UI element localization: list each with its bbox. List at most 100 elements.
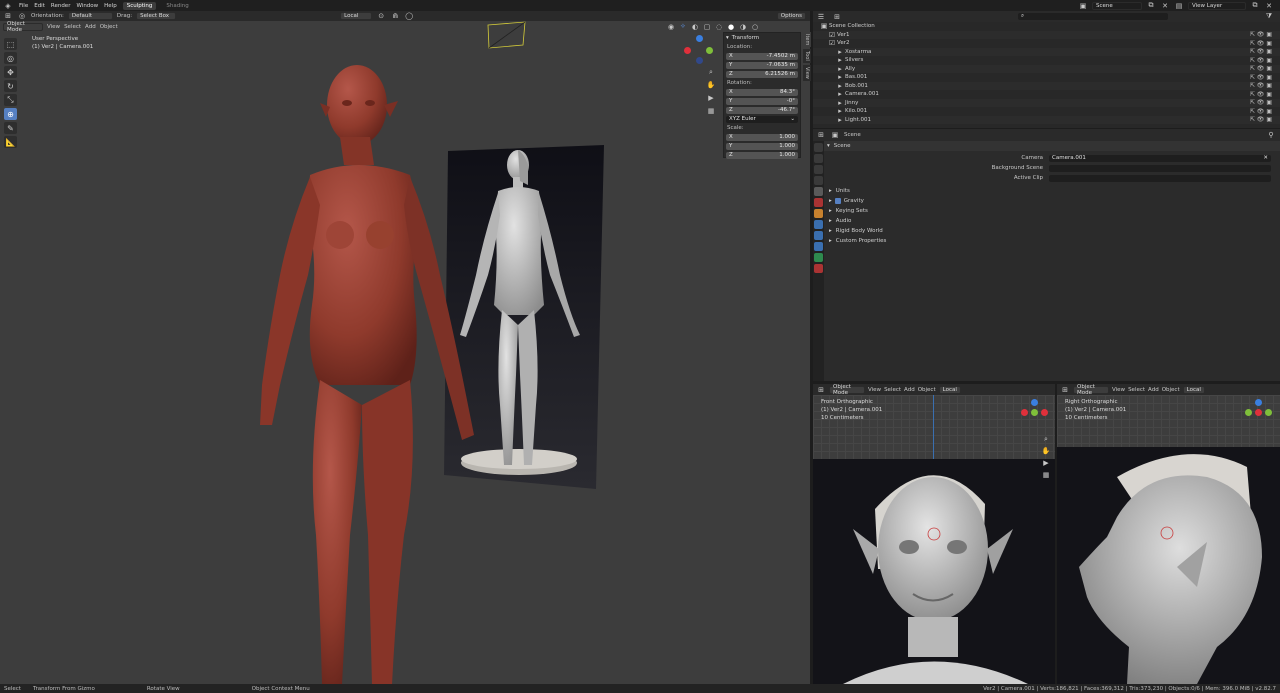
editor-type-icon[interactable]: ⊞ <box>3 11 13 21</box>
pin-icon[interactable]: ⚲ <box>1266 130 1276 140</box>
camera-field[interactable]: Camera.001 ✕ <box>1049 154 1271 162</box>
pivot-icon[interactable]: ⊙ <box>376 11 386 21</box>
orientation-dropdown[interactable]: Default <box>67 12 113 20</box>
shading-render-icon[interactable]: ○ <box>750 22 760 32</box>
zoom-icon[interactable]: ⌕ <box>706 67 716 77</box>
outliner-search-input[interactable]: ⌕ <box>1018 13 1168 20</box>
data-tab-icon[interactable] <box>814 253 823 262</box>
menu-render[interactable]: Render <box>51 3 71 9</box>
outliner-row[interactable]: ▸ Camera.001 ⇱ 👁 ▣ <box>813 90 1280 99</box>
rigid-body-world-section[interactable]: ▸ Rigid Body World <box>813 226 1280 236</box>
visibility-toggles[interactable]: ⇱ 👁 ▣ <box>1250 31 1272 38</box>
outliner-row[interactable]: ▸ Jinny ⇱ 👁 ▣ <box>813 98 1280 107</box>
units-section[interactable]: ▸ Units <box>813 186 1280 196</box>
filter-icon[interactable]: ⧩ <box>1264 12 1274 22</box>
visibility-toggles[interactable]: ⇱ 👁 ▣ <box>1250 99 1272 106</box>
scale-z-field[interactable]: Z 1.000 <box>726 151 798 159</box>
view-layer-tab-icon[interactable] <box>814 176 823 185</box>
object-tab-icon[interactable] <box>814 209 823 218</box>
audio-section[interactable]: ▸ Audio <box>813 216 1280 226</box>
add-menu[interactable]: Add <box>1148 387 1159 393</box>
copy-icon[interactable]: ⧉ <box>1146 1 1156 11</box>
front-ortho-viewport[interactable]: ⊞ Object Mode View Select Add Object Loc… <box>813 384 1055 684</box>
tab-tool[interactable]: Tool <box>803 49 811 64</box>
visibility-toggles[interactable]: ⇱ 👁 ▣ <box>1250 108 1272 115</box>
output-tab-icon[interactable] <box>814 165 823 174</box>
move-tool-icon[interactable]: ✥ <box>4 66 17 78</box>
visibility-toggles[interactable]: ⇱ 👁 ▣ <box>1250 116 1272 123</box>
physics-tab-icon[interactable] <box>814 231 823 240</box>
scene-selector[interactable]: Scene <box>1092 1 1142 10</box>
shading-wire-icon[interactable]: ◌ <box>714 22 724 32</box>
rotation-mode-dropdown[interactable]: XYZ Euler ⌄ <box>726 115 798 123</box>
transform-tool-icon[interactable]: ⊕ <box>4 108 17 120</box>
shading-material-icon[interactable]: ◑ <box>738 22 748 32</box>
select-menu[interactable]: Select <box>64 24 81 30</box>
cursor-tool-icon[interactable]: ◎ <box>4 52 17 64</box>
visibility-toggles[interactable]: ⇱ 👁 ▣ <box>1250 48 1272 55</box>
outliner-row[interactable]: ▸ Kilo.001 ⇱ 👁 ▣ <box>813 107 1280 116</box>
object-icon[interactable]: ▸ <box>835 115 845 125</box>
annotate-tool-icon[interactable]: ✎ <box>4 122 17 134</box>
options-dropdown[interactable]: Options <box>776 12 806 20</box>
editor-type-icon[interactable]: ⊞ <box>1060 385 1070 395</box>
pan-hand-icon[interactable]: ✋ <box>1041 446 1051 456</box>
mode-dropdown[interactable]: Object Mode <box>829 384 865 396</box>
location-z-field[interactable]: Z 6.21526 m <box>726 70 798 78</box>
snap-icon[interactable]: ⋒ <box>390 11 400 21</box>
location-y-field[interactable]: Y -7.0635 m <box>726 61 798 69</box>
transform-header[interactable]: ▾ Transform <box>726 34 798 42</box>
xray-icon[interactable]: ▢ <box>702 22 712 32</box>
camera-object[interactable] <box>485 21 530 51</box>
custom-properties-section[interactable]: ▸ Custom Properties <box>813 236 1280 246</box>
view-menu[interactable]: View <box>868 387 881 393</box>
keying-sets-section[interactable]: ▸ Keying Sets <box>813 206 1280 216</box>
background-scene-field[interactable] <box>1049 164 1271 172</box>
outliner-row[interactable]: ▸ Ally ⇱ 👁 ▣ <box>813 64 1280 73</box>
copy-icon[interactable]: ⧉ <box>1250 1 1260 11</box>
outliner-row[interactable]: ▸ Bas.001 ⇱ 👁 ▣ <box>813 73 1280 82</box>
visibility-icon[interactable]: ◉ <box>666 22 676 32</box>
add-menu[interactable]: Add <box>904 387 915 393</box>
shading-solid-icon[interactable]: ● <box>726 22 736 32</box>
object-menu[interactable]: Object <box>100 24 118 30</box>
transform-orientation-dropdown[interactable]: Local <box>1182 385 1205 394</box>
close-icon[interactable]: ✕ <box>1264 1 1274 11</box>
scene-tab-icon[interactable] <box>814 187 823 196</box>
visibility-toggles[interactable]: ⇱ 👁 ▣ <box>1250 57 1272 64</box>
view-menu[interactable]: View <box>1112 387 1125 393</box>
tab-sculpting[interactable]: Sculpting <box>122 1 157 10</box>
scale-x-field[interactable]: X 1.000 <box>726 133 798 141</box>
outliner-row[interactable]: ▸ Silvers ⇱ 👁 ▣ <box>813 56 1280 65</box>
select-menu[interactable]: Select <box>884 387 901 393</box>
cursor-tool-icon[interactable]: ◎ <box>17 11 27 21</box>
blender-logo-icon[interactable]: ◈ <box>3 1 13 11</box>
outliner-row[interactable]: ▸ Bob.001 ⇱ 👁 ▣ <box>813 81 1280 90</box>
visibility-toggles[interactable]: ⇱ 👁 ▣ <box>1250 91 1272 98</box>
mode-dropdown[interactable]: Object Mode <box>1073 384 1109 396</box>
outliner-row[interactable]: ☑ Ver2 ⇱ 👁 ▣ <box>813 39 1280 48</box>
right-ortho-viewport[interactable]: ⊞ Object Mode View Select Add Object Loc… <box>1057 384 1280 684</box>
3d-viewport[interactable]: Object Mode View Select Add Object ◉ ⟡ ◐… <box>0 21 810 684</box>
modifier-tab-icon[interactable] <box>814 220 823 229</box>
outliner-row[interactable]: ▣ Scene Collection <box>813 22 1280 31</box>
editor-type-icon[interactable]: ⊞ <box>816 385 826 395</box>
close-icon[interactable]: ✕ <box>1160 1 1170 11</box>
grid-ortho-icon[interactable]: ▦ <box>706 106 716 116</box>
sculpt-mesh[interactable] <box>250 65 490 684</box>
editor-type-icon[interactable]: ⊞ <box>816 130 826 140</box>
zoom-icon[interactable]: ⌕ <box>1041 434 1051 444</box>
render-tab-icon[interactable] <box>814 154 823 163</box>
object-menu[interactable]: Object <box>1162 387 1180 393</box>
visibility-toggles[interactable]: ⇱ 👁 ▣ <box>1250 82 1272 89</box>
tab-view[interactable]: View <box>803 65 811 81</box>
rotation-y-field[interactable]: Y -0° <box>726 97 798 105</box>
scale-y-field[interactable]: Y 1.000 <box>726 142 798 150</box>
menu-edit[interactable]: Edit <box>34 3 45 9</box>
object-menu[interactable]: Object <box>918 387 936 393</box>
material-tab-icon[interactable] <box>814 264 823 273</box>
scene-panel-header[interactable]: ▾ Scene <box>813 141 1280 151</box>
outliner-row[interactable]: ☑ Ver1 ⇱ 👁 ▣ <box>813 30 1280 39</box>
camera-view-icon[interactable]: ▶ <box>706 93 716 103</box>
transform-orientation-dropdown[interactable]: Local <box>938 385 961 394</box>
